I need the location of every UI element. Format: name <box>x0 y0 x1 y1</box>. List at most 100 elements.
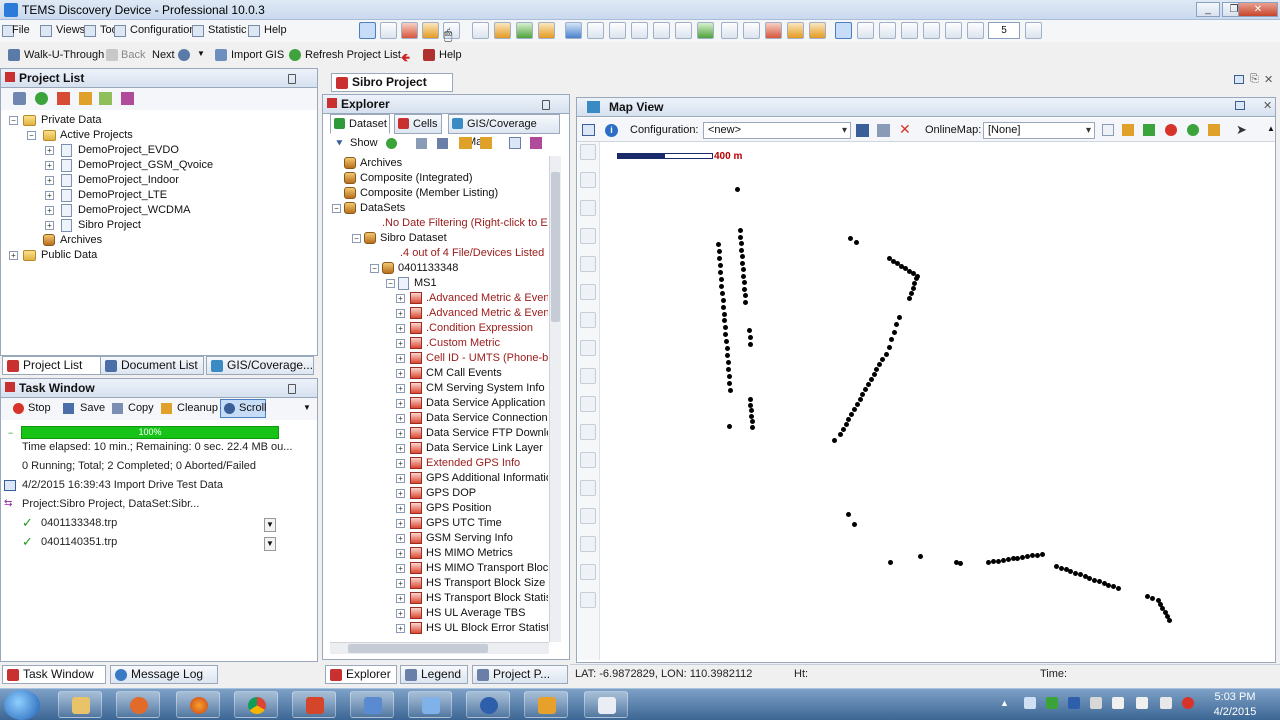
region-icon[interactable] <box>580 284 596 300</box>
refresh-icon[interactable] <box>386 138 397 149</box>
tab-dataset[interactable]: Dataset <box>330 114 390 134</box>
tab-gis-coverage[interactable]: GIS/Coverage... <box>206 356 314 375</box>
explorer-tree-item[interactable]: Data Service Application Lay <box>426 396 548 411</box>
save-config-icon[interactable] <box>856 124 869 137</box>
expand-toggle[interactable]: + <box>396 504 405 513</box>
explorer-tree-item[interactable]: Archives <box>360 156 402 171</box>
list-icon[interactable] <box>653 22 670 39</box>
explorer-tree-item[interactable]: CM Call Events <box>426 366 502 381</box>
explorer-hscrollbar[interactable] <box>330 642 549 654</box>
expand-toggle[interactable]: + <box>396 594 405 603</box>
taskbar-chart[interactable] <box>524 691 568 718</box>
stop-button[interactable]: Stop <box>28 402 51 414</box>
folder-icon[interactable] <box>459 137 472 149</box>
brush-icon[interactable] <box>580 508 596 524</box>
arrow-left-icon[interactable]: 🡸 <box>401 49 410 68</box>
explorer-tree-item[interactable]: CM Serving System Info <box>426 381 545 396</box>
menu-statistic[interactable]: Statistic <box>208 24 247 36</box>
graph-icon[interactable] <box>697 22 714 39</box>
explorer-vscrollbar[interactable] <box>549 156 561 642</box>
tray-icon[interactable] <box>1046 697 1058 709</box>
expand-toggle[interactable]: + <box>396 369 405 378</box>
fast-forward-icon[interactable] <box>967 22 984 39</box>
collapse-toggle[interactable]: − <box>352 234 361 243</box>
chart-icon[interactable] <box>565 22 582 39</box>
report-icon[interactable] <box>631 22 648 39</box>
network-icon[interactable] <box>13 92 26 105</box>
explorer-tree-item[interactable]: .No Date Filtering (Right-click to Edit) <box>382 216 548 231</box>
tab-message-log[interactable]: Message Log <box>110 665 218 684</box>
explorer-tree-item[interactable]: .Condition Expression <box>426 321 533 336</box>
menu-views[interactable]: Views <box>56 24 85 36</box>
refresh-small-icon[interactable] <box>35 92 48 105</box>
expand-toggle[interactable]: + <box>396 549 405 558</box>
start-button[interactable] <box>4 690 40 720</box>
delete-icon[interactable] <box>57 92 70 105</box>
expand-toggle[interactable]: + <box>396 399 405 408</box>
new-folder-icon[interactable] <box>79 92 92 105</box>
record-icon[interactable] <box>1165 124 1177 136</box>
chain-icon[interactable] <box>857 22 874 39</box>
tree-project[interactable]: DemoProject_WCDMA <box>78 203 190 218</box>
folder-icon[interactable] <box>494 22 511 39</box>
volume-icon[interactable] <box>1160 697 1172 709</box>
refresh-project-list-button[interactable]: Refresh Project List <box>305 49 401 61</box>
gem-icon[interactable] <box>530 137 542 149</box>
ruler-icon[interactable] <box>580 256 596 272</box>
taskbar-tems[interactable] <box>350 691 394 718</box>
taskbar-firefox[interactable] <box>176 691 220 718</box>
show-button[interactable]: Show <box>350 137 378 149</box>
menu-help[interactable]: Help <box>264 24 287 36</box>
tag-icon[interactable] <box>99 92 112 105</box>
taskbar-media[interactable] <box>116 691 160 718</box>
scroll-button[interactable]: Scroll <box>220 399 267 418</box>
record-icon[interactable] <box>401 22 418 39</box>
expand-project[interactable]: + <box>45 206 54 215</box>
expand-toggle[interactable]: + <box>396 354 405 363</box>
help-button[interactable]: Help <box>439 49 462 61</box>
tab-project-list[interactable]: Project List <box>2 356 108 375</box>
taskbar-app[interactable] <box>292 691 336 718</box>
explorer-tree-item[interactable]: GPS UTC Time <box>426 516 502 531</box>
map-toolbar-dropdown-icon[interactable]: ▲ <box>1267 124 1275 133</box>
settings-icon[interactable] <box>1025 22 1042 39</box>
expand-toggle[interactable]: + <box>396 474 405 483</box>
tree-project[interactable]: DemoProject_Indoor <box>78 173 179 188</box>
refresh-map-icon[interactable] <box>1187 124 1199 136</box>
collapse-private-data[interactable]: − <box>9 116 18 125</box>
explorer-tree-item[interactable]: Data Service FTP Download <box>426 426 548 441</box>
gem-icon[interactable] <box>121 92 134 105</box>
tree-private-data[interactable]: Private Data <box>41 113 102 128</box>
pin-icon[interactable] <box>288 74 296 84</box>
explorer-tree-item[interactable]: HS Transport Block Size Sta <box>426 576 548 591</box>
explorer-tree-item[interactable]: Data Service Link Layer <box>426 441 543 456</box>
grid-icon[interactable] <box>580 452 596 468</box>
grid-icon[interactable] <box>538 22 555 39</box>
expand-project[interactable]: + <box>45 221 54 230</box>
explorer-tree-item[interactable]: Extended GPS Info <box>426 456 520 471</box>
explorer-tree-item[interactable]: DataSets <box>360 201 405 216</box>
expand-project[interactable]: + <box>45 161 54 170</box>
close-button[interactable]: ✕ <box>1238 2 1278 17</box>
expand-toggle[interactable]: + <box>396 294 405 303</box>
expand-toggle[interactable]: + <box>396 444 405 453</box>
tray-icon[interactable] <box>1068 697 1080 709</box>
label-icon[interactable] <box>580 424 596 440</box>
alert-icon[interactable] <box>1182 697 1194 709</box>
doc-x-icon[interactable]: ✕ <box>1264 73 1273 86</box>
filter-icon[interactable] <box>416 138 427 149</box>
network-tray-icon[interactable] <box>1136 697 1148 709</box>
tree-archives[interactable]: Archives <box>60 233 102 248</box>
save-button[interactable]: Save <box>80 402 105 414</box>
explorer-tree-item[interactable]: Sibro Dataset <box>380 231 447 246</box>
pin-icon[interactable] <box>288 384 296 394</box>
filter-icon[interactable] <box>580 368 596 384</box>
stop-icon[interactable] <box>923 22 940 39</box>
expand-toggle[interactable]: + <box>396 339 405 348</box>
measure-icon[interactable] <box>743 22 760 39</box>
file-menu-button[interactable]: ▼ <box>264 537 276 551</box>
crosshair-icon[interactable] <box>580 564 596 580</box>
expand-project[interactable]: + <box>45 191 54 200</box>
tab-task-window[interactable]: Task Window <box>2 665 106 684</box>
tab-explorer[interactable]: Explorer <box>325 665 397 684</box>
